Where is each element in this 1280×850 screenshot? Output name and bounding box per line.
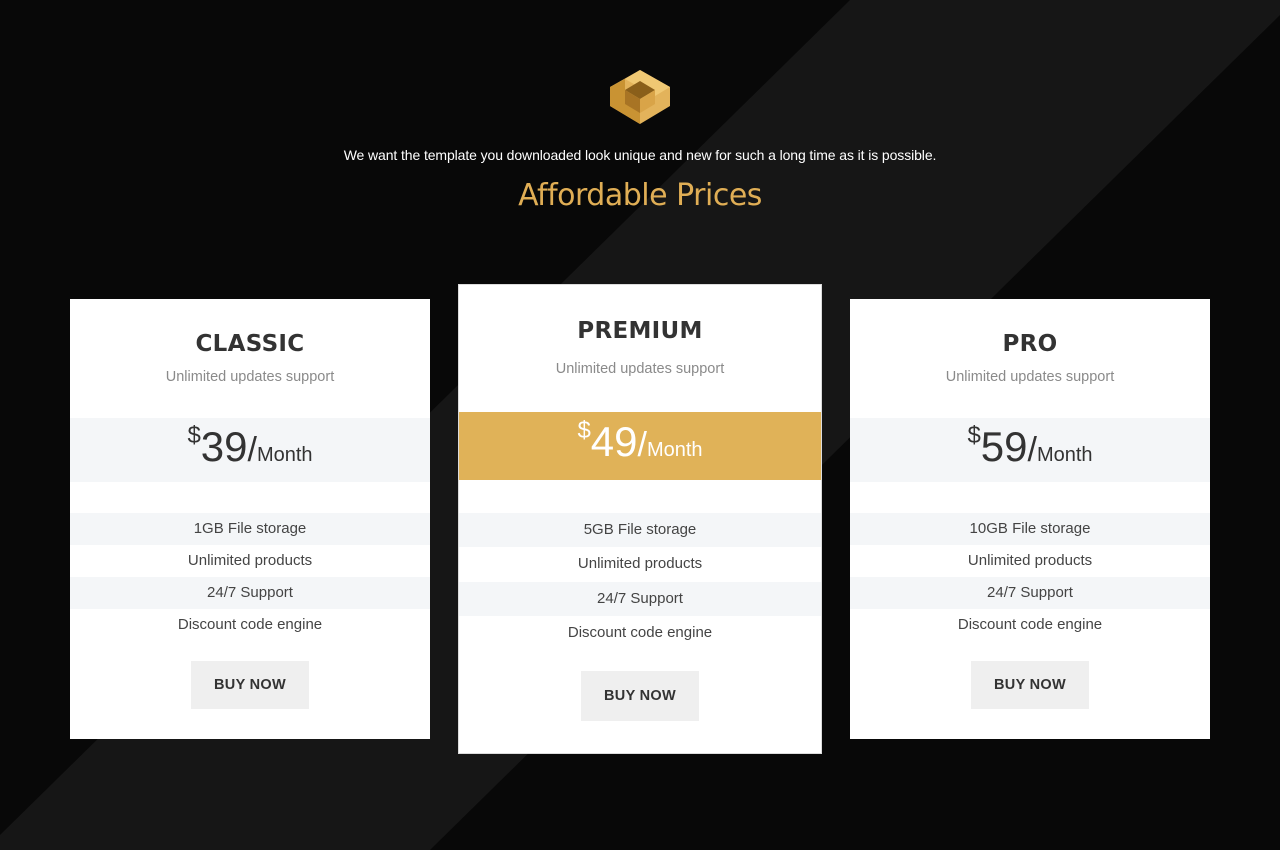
price-band: $39/Month [70, 418, 430, 482]
price: $59/Month [850, 422, 1210, 471]
price-period: Month [1036, 444, 1093, 466]
tagline: We want the template you downloaded look… [343, 147, 937, 163]
price-amount: 59 [980, 423, 1028, 470]
price-currency: $ [967, 422, 981, 449]
price-band-highlighted: $49/Month [459, 412, 821, 480]
price-slash: / [247, 431, 257, 469]
price-slash: / [1027, 431, 1037, 469]
price-currency: $ [187, 422, 201, 449]
feature-item: Unlimited products [577, 555, 703, 572]
feature-item: 1GB File storage [70, 513, 430, 545]
price-amount: 39 [200, 423, 248, 470]
pricing-card-classic: CLASSIC Unlimited updates support $39/Mo… [70, 299, 430, 739]
price-band: $59/Month [850, 418, 1210, 482]
buy-now-button-classic[interactable]: BUY NOW [191, 661, 309, 709]
feature-item: 5GB File storage [459, 513, 821, 547]
logo-icon [610, 70, 670, 124]
price-slash: / [637, 426, 647, 464]
feature-item: Discount code engine [957, 616, 1103, 633]
plan-subtitle: Unlimited updates support [555, 361, 725, 377]
feature-item: 24/7 Support [459, 582, 821, 616]
plan-name: PREMIUM [577, 318, 703, 344]
feature-item: Discount code engine [177, 616, 323, 633]
price-currency: $ [577, 417, 591, 444]
buy-now-button-premium[interactable]: BUY NOW [581, 671, 699, 721]
feature-item: 10GB File storage [850, 513, 1210, 545]
feature-item: 24/7 Support [70, 577, 430, 609]
feature-item: 24/7 Support [850, 577, 1210, 609]
feature-item: Unlimited products [967, 552, 1093, 569]
pricing-card-premium: PREMIUM Unlimited updates support $49/Mo… [458, 284, 822, 754]
pricing-card-pro: PRO Unlimited updates support $59/Month … [850, 299, 1210, 739]
page-title: Affordable Prices [518, 178, 762, 213]
buy-now-button-pro[interactable]: BUY NOW [971, 661, 1089, 709]
price-amount: 49 [590, 418, 638, 465]
plan-name: CLASSIC [195, 331, 305, 357]
plan-name: PRO [1002, 331, 1058, 357]
plan-subtitle: Unlimited updates support [945, 369, 1115, 385]
feature-item: Discount code engine [567, 624, 713, 641]
price: $49/Month [459, 417, 821, 466]
plan-subtitle: Unlimited updates support [165, 369, 335, 385]
feature-item: Unlimited products [187, 552, 313, 569]
price: $39/Month [70, 422, 430, 471]
price-period: Month [256, 444, 313, 466]
price-period: Month [646, 439, 703, 461]
